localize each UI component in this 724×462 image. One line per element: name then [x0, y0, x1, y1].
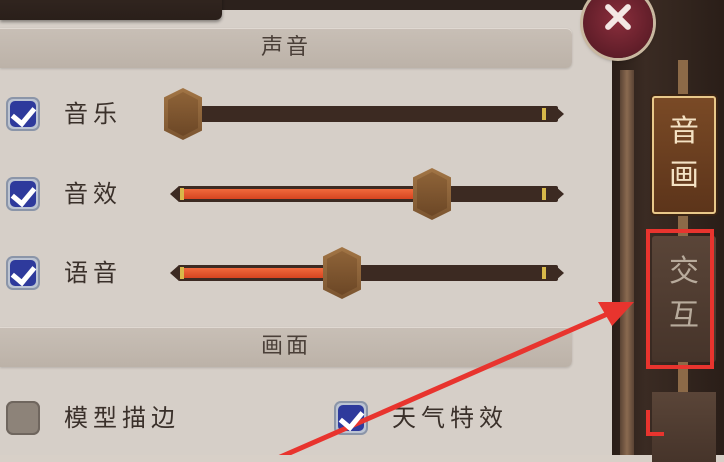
- check-icon: [10, 180, 37, 208]
- slider-tick-right: [542, 188, 546, 200]
- check-icon: [10, 259, 37, 287]
- slider-fill: [182, 189, 426, 199]
- voice-label: 语音: [64, 259, 122, 287]
- section-header-display: 画面: [0, 327, 572, 367]
- music-label: 音乐: [64, 100, 122, 128]
- tab-label-char: 画: [669, 158, 699, 193]
- tab-audio-visual[interactable]: 音 画: [652, 96, 716, 214]
- weather-effects-label: 天气特效: [392, 404, 508, 432]
- slider-fill: [182, 268, 332, 278]
- tab-hanger: [678, 60, 688, 96]
- voice-checkbox[interactable]: [6, 256, 40, 290]
- slider-thumb[interactable]: [323, 247, 361, 299]
- effects-slider[interactable]: [170, 168, 564, 220]
- section-header-sound: 声音: [0, 28, 572, 68]
- display-row: 模型描边 天气特效: [0, 392, 600, 442]
- music-checkbox[interactable]: [6, 97, 40, 131]
- sound-row-voice: 语音: [0, 247, 600, 299]
- header-strip: [222, 0, 612, 10]
- wooden-pillar: [620, 70, 634, 455]
- slider-tick-left: [180, 188, 184, 200]
- slider-cap-right: [555, 186, 564, 202]
- slider-tick-right: [542, 108, 546, 120]
- model-outline-label: 模型描边: [64, 404, 180, 432]
- check-icon: [338, 404, 365, 432]
- title-bar: 设置: [0, 0, 222, 20]
- slider-thumb[interactable]: [413, 168, 451, 220]
- model-outline-checkbox[interactable]: [6, 401, 40, 435]
- highlight-corner: [646, 410, 664, 436]
- settings-panel: 设置 声音 音乐 音效 语音: [0, 0, 612, 455]
- slider-cap-right: [555, 106, 564, 122]
- slider-track: [178, 106, 558, 122]
- tab-label-char: 音: [669, 114, 699, 149]
- sound-row-music: 音乐: [0, 88, 600, 140]
- voice-slider[interactable]: [170, 247, 564, 299]
- slider-thumb[interactable]: [164, 88, 202, 140]
- weather-effects-checkbox[interactable]: [334, 401, 368, 435]
- slider-tick-left: [180, 267, 184, 279]
- slider-tick-right: [542, 267, 546, 279]
- slider-cap-right: [555, 265, 564, 281]
- effects-label: 音效: [64, 180, 122, 208]
- highlight-box: [646, 229, 714, 369]
- effects-checkbox[interactable]: [6, 177, 40, 211]
- check-icon: [10, 100, 37, 128]
- sound-row-effects: 音效: [0, 168, 600, 220]
- music-slider[interactable]: [164, 88, 564, 140]
